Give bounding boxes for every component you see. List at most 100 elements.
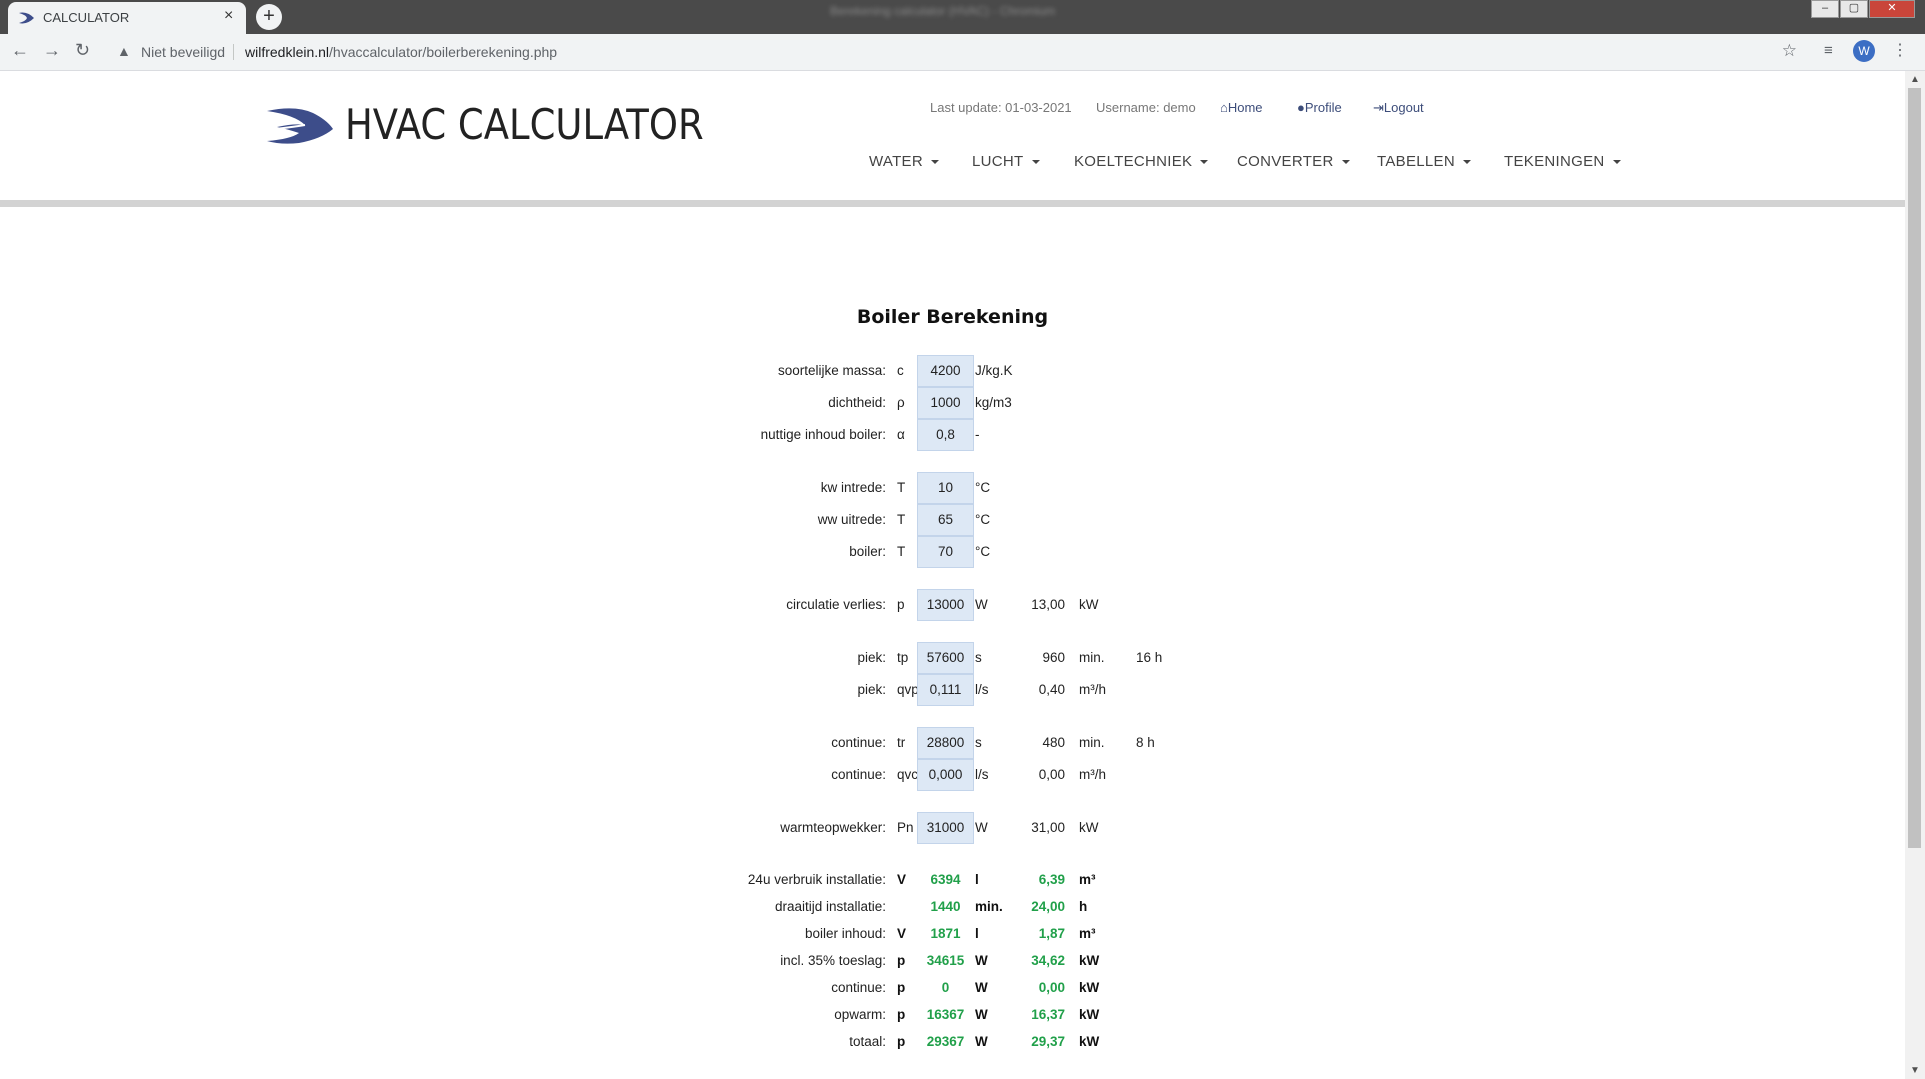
result-label: continue:: [831, 980, 886, 995]
logout-link[interactable]: ⇥Logout: [1373, 100, 1424, 116]
input-symbol: α: [897, 427, 905, 442]
result-value: 16367: [926, 1007, 965, 1022]
input-unit: l/s: [975, 682, 989, 697]
result-unit: W: [975, 1034, 988, 1049]
result-unit: W: [975, 953, 988, 968]
caret-down-icon: [1341, 160, 1350, 165]
input-field[interactable]: 10: [917, 472, 974, 504]
browser-tab[interactable]: CALCULATOR ×: [8, 2, 246, 34]
logout-link-label: Logout: [1383, 100, 1424, 115]
result-label: draaitijd installatie:: [774, 899, 886, 914]
result-converted-unit: m³: [1079, 926, 1096, 941]
input-field[interactable]: 0,000: [917, 759, 974, 791]
result-value: 0: [941, 980, 950, 995]
nav-tabellen[interactable]: TABELLEN: [1377, 153, 1471, 170]
input-field[interactable]: 0,8: [917, 419, 974, 451]
caret-down-icon: [1031, 160, 1040, 165]
window-close-button[interactable]: ✕: [1869, 0, 1915, 18]
browser-menu-icon[interactable]: ⋮: [1892, 40, 1908, 60]
input-field[interactable]: 65: [917, 504, 974, 536]
result-converted-unit: kW: [1079, 1007, 1100, 1022]
home-link[interactable]: ⌂Home: [1220, 100, 1263, 115]
converted-unit: min.: [1079, 735, 1105, 750]
result-symbol: p: [897, 1007, 906, 1022]
nav-tekeningen[interactable]: TEKENINGEN: [1504, 153, 1621, 170]
input-row: dichtheid: ρ 1000 kg/m3: [0, 387, 1905, 419]
reload-icon[interactable]: ↻: [75, 40, 90, 61]
address-separator: [233, 44, 234, 60]
converted-unit: m³/h: [1079, 767, 1106, 782]
input-field[interactable]: 0,111: [917, 674, 974, 706]
result-unit: min.: [975, 899, 1003, 914]
input-label: dichtheid:: [828, 395, 886, 410]
converted-unit: kW: [1079, 820, 1099, 835]
minimize-button[interactable]: –: [1811, 0, 1839, 18]
nav-converter[interactable]: CONVERTER: [1237, 153, 1350, 170]
site-header: HVAC CALCULATOR Last update: 01-03-2021 …: [0, 71, 1905, 207]
caret-down-icon: [931, 160, 939, 165]
converted-unit: kW: [1079, 597, 1099, 612]
maximize-button[interactable]: ▢: [1840, 0, 1868, 18]
input-field[interactable]: 31000: [917, 812, 974, 844]
result-row: boiler inhoud: V 1871 l 1,87 m³: [0, 920, 1905, 947]
input-row: boiler: T 70 °C: [0, 536, 1905, 568]
input-label: boiler:: [849, 544, 886, 559]
converted-value: 31,00: [1031, 820, 1065, 835]
scrollbar-thumb[interactable]: [1908, 88, 1921, 848]
input-field[interactable]: 28800: [917, 727, 974, 759]
media-queue-icon[interactable]: ≡: [1824, 42, 1833, 59]
result-converted-value: 6,39: [1038, 872, 1065, 887]
input-label: soortelijke massa:: [777, 363, 886, 378]
address-bar[interactable]: ▲ Niet beveiligd wilfredklein.nl/hvaccal…: [108, 38, 1811, 66]
caret-down-icon: [1200, 160, 1209, 165]
profile-avatar[interactable]: W: [1853, 40, 1875, 62]
input-label: warmteopwekker:: [780, 820, 886, 835]
result-converted-unit: kW: [1079, 953, 1100, 968]
security-label[interactable]: Niet beveiligd: [141, 44, 225, 60]
input-symbol: tp: [897, 650, 909, 665]
profile-link[interactable]: ●Profile: [1297, 100, 1342, 115]
tab-close-icon[interactable]: ×: [224, 7, 233, 25]
nav-lucht[interactable]: LUCHT: [972, 153, 1040, 170]
scroll-down-icon[interactable]: ▼: [1910, 1065, 1920, 1076]
nav-water[interactable]: WATER: [869, 153, 939, 170]
hours-value: 16 h: [1136, 650, 1163, 665]
url-text[interactable]: wilfredklein.nl/hvaccalculator/boilerber…: [245, 44, 557, 60]
result-label: opwarm:: [834, 1007, 886, 1022]
url-domain: wilfredklein.nl: [245, 44, 330, 60]
input-symbol: T: [897, 512, 906, 527]
favicon-icon: [19, 12, 34, 24]
warning-icon[interactable]: ▲: [117, 43, 131, 59]
nav-tekeningen-label: TEKENINGEN: [1504, 153, 1605, 170]
caret-down-icon: [1463, 160, 1471, 165]
result-symbol: p: [897, 953, 906, 968]
bookmark-star-icon[interactable]: ☆: [1782, 41, 1797, 61]
result-value: 29367: [926, 1034, 965, 1049]
back-arrow-icon[interactable]: ←: [11, 40, 29, 61]
page-title: Boiler Berekening: [856, 306, 1049, 328]
input-label: kw intrede:: [820, 480, 886, 495]
nav-koeltechniek[interactable]: KOELTECHNIEK: [1074, 153, 1209, 170]
caret-down-icon: [1612, 160, 1621, 165]
input-row: soortelijke massa: c 4200 J/kg.K: [0, 355, 1905, 387]
sign-out-icon: ⇥: [1373, 100, 1384, 115]
input-field[interactable]: 1000: [917, 387, 974, 419]
input-field[interactable]: 4200: [917, 355, 974, 387]
input-row: kw intrede: T 10 °C: [0, 472, 1905, 504]
input-field[interactable]: 70: [917, 536, 974, 568]
forward-arrow-icon[interactable]: →: [43, 40, 61, 61]
input-unit: W: [975, 597, 988, 612]
input-field[interactable]: 13000: [917, 589, 974, 621]
result-value: 1871: [930, 926, 961, 941]
input-unit: s: [975, 650, 982, 665]
page-scrollbar[interactable]: ▲ ▼: [1905, 71, 1925, 1079]
nav-converter-label: CONVERTER: [1237, 153, 1334, 170]
result-label: boiler inhoud:: [804, 926, 886, 941]
input-field[interactable]: 57600: [917, 642, 974, 674]
new-tab-button[interactable]: +: [256, 4, 282, 30]
converted-unit: min.: [1079, 650, 1105, 665]
input-row: continue: tr 28800 s 480 min. 8 h: [0, 727, 1905, 759]
input-row: piek: tp 57600 s 960 min. 16 h: [0, 642, 1905, 674]
scroll-up-icon[interactable]: ▲: [1910, 74, 1920, 85]
converted-unit: m³/h: [1079, 682, 1106, 697]
